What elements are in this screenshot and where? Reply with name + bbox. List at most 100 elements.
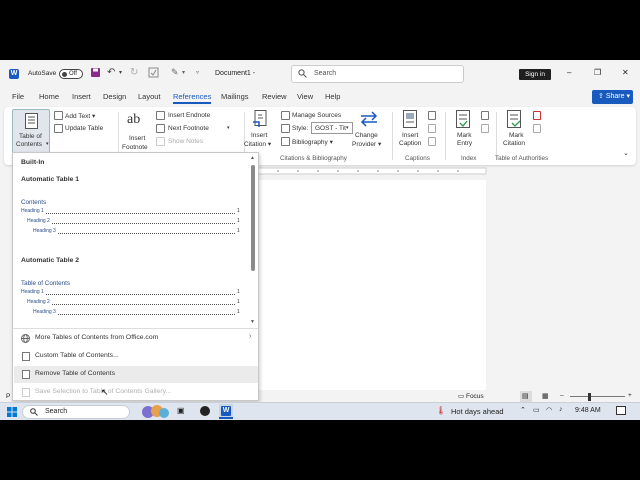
more-tocs-office-menu-item[interactable]: More Tables of Contents from Office.com … [14,330,258,347]
taskbar-search-icon [30,408,38,416]
page-indicator[interactable]: P [6,393,10,400]
tab-references[interactable]: References [173,92,212,104]
show-notes-button[interactable]: Show Notes [168,138,203,145]
mark-citation-label1[interactable]: Mark [509,132,523,139]
collapse-ribbon-icon[interactable]: ⌄ [623,149,629,157]
focus-button[interactable]: ▭ Focus [458,392,484,400]
insert-endnote-button[interactable]: Insert Endnote [168,112,210,119]
windows-start-icon[interactable] [7,407,17,417]
undo-icon[interactable]: ↶ [107,67,115,78]
autosave-toggle[interactable]: Off [59,69,83,79]
next-footnote-icon [156,124,165,133]
wifi-icon[interactable]: ◠ [546,406,552,414]
change-provider-label1[interactable]: Change [355,132,378,139]
toc-preview-page: 1 [237,228,240,234]
insert-index-icon[interactable] [481,111,489,120]
cross-reference-icon[interactable] [428,137,436,146]
save-selection-menu-item[interactable]: Save Selection to Table of Contents Gall… [14,384,258,401]
insert-table-of-figures-icon[interactable] [428,111,436,120]
zoom-in-icon[interactable]: + [628,392,632,399]
tab-view[interactable]: View [297,92,313,101]
insert-citation-icon [253,110,269,128]
scroll-down-icon[interactable]: ▼ [250,319,255,325]
network-icon[interactable]: ▭ [533,406,540,414]
style-select[interactable]: GOST - Tit ▾ [311,122,353,134]
update-table-of-authorities-icon[interactable] [533,124,541,133]
custom-toc-menu-item[interactable]: Custom Table of Contents... [14,348,258,365]
web-layout-icon[interactable]: ▦ [542,392,549,400]
document-page[interactable] [258,180,486,400]
add-text-button[interactable]: Add Text ▾ [65,112,95,120]
tab-help[interactable]: Help [325,92,340,101]
redo-icon[interactable]: ↻ [130,67,138,78]
weather-icon[interactable]: 🌡 [436,406,446,415]
format-painter-icon[interactable]: ✎ [171,67,179,78]
scroll-up-icon[interactable]: ▲ [250,155,255,161]
notifications-icon[interactable] [616,406,626,415]
table-of-contents-button[interactable]: Table of Contents ▾ [12,109,50,154]
custom-toc-label: Custom Table of Contents... [35,352,119,359]
tab-design[interactable]: Design [103,92,126,101]
next-footnote-button[interactable]: Next Footnote [168,125,209,132]
word-taskbar-button[interactable]: W [219,404,233,419]
tab-layout[interactable]: Layout [138,92,161,101]
insert-caption-label1[interactable]: Insert [402,132,418,139]
obs-app-icon[interactable] [200,406,210,416]
insert-caption-icon [403,110,417,128]
search-highlight-icon[interactable] [140,404,170,419]
manage-sources-button[interactable]: Manage Sources [292,112,341,119]
focus-icon: ▭ [458,393,465,400]
zoom-out-icon[interactable]: – [560,392,564,399]
tab-home[interactable]: Home [39,92,59,101]
update-table-button[interactable]: Update Table [65,125,103,132]
insert-citation-button[interactable]: Citation ▾ [244,140,271,148]
customize-toolbar-icon[interactable]: ▿ [196,69,199,76]
share-button[interactable]: ⇪ Share ▾ [592,90,633,104]
automatic-table-2-name: Automatic Table 2 [21,257,80,264]
format-dropdown-icon[interactable]: ▾ [182,69,185,76]
spelling-icon[interactable] [148,67,159,78]
taskbar-search-box[interactable]: Search [22,405,130,419]
toc-preview-entry: Heading 2 [27,299,50,305]
insert-footnote-label1[interactable]: Insert [129,135,145,142]
taskbar: Search ▣ W 🌡 Hot days ahead ⌃ ▭ ◠ ♪ 9:48… [0,402,640,420]
volume-icon[interactable]: ♪ [559,406,563,413]
restore-button[interactable]: ❐ [594,68,601,77]
update-table-of-figures-icon[interactable] [428,124,436,133]
automatic-table-1-option[interactable]: Automatic Table 1 Contents Heading 1 1 H… [14,170,248,250]
next-footnote-dropdown-icon[interactable]: ▾ [227,125,230,131]
mark-entry-label2[interactable]: Entry [457,140,472,147]
zoom-slider-thumb[interactable] [588,393,591,401]
bibliography-button[interactable]: Bibliography ▾ [292,138,333,146]
update-index-icon[interactable] [481,124,489,133]
sign-in-button[interactable]: Sign in [519,69,551,80]
remove-toc-menu-item[interactable]: Remove Table of Contents [14,366,258,383]
tray-chevron-icon[interactable]: ⌃ [520,406,526,414]
tab-file[interactable]: File [12,92,24,101]
undo-dropdown-icon[interactable]: ▾ [119,69,122,76]
task-view-icon[interactable]: ▣ [177,406,185,415]
insert-caption-label2[interactable]: Caption [399,140,421,147]
tab-mailings[interactable]: Mailings [221,92,249,101]
mark-citation-label2[interactable]: Citation [503,140,525,147]
zoom-slider[interactable] [570,396,625,397]
gallery-scrollbar[interactable]: ▲ ▼ [249,155,257,327]
insert-citation-label1[interactable]: Insert [251,132,267,139]
minimize-button[interactable]: – [567,68,571,77]
save-icon[interactable] [90,67,101,78]
toc-preview-entry: Heading 1 [21,289,44,295]
tab-review[interactable]: Review [262,92,287,101]
close-button[interactable]: ✕ [622,68,629,77]
weather-text[interactable]: Hot days ahead [451,407,504,416]
clock-time[interactable]: 9:48 AM [575,407,601,414]
toc-preview-page: 1 [237,218,240,224]
scrollbar-thumb[interactable] [251,165,255,271]
change-provider-button[interactable]: Provider ▾ [352,140,381,148]
insert-footnote-label2[interactable]: Footnote [122,144,148,151]
tab-insert[interactable]: Insert [72,92,91,101]
mark-entry-label1[interactable]: Mark [457,132,471,139]
search-box[interactable]: Search [291,65,464,83]
add-text-label: Add Text [65,113,91,120]
automatic-table-2-option[interactable]: Automatic Table 2 Table of Contents Head… [14,251,248,331]
insert-table-of-authorities-icon[interactable] [533,111,541,120]
